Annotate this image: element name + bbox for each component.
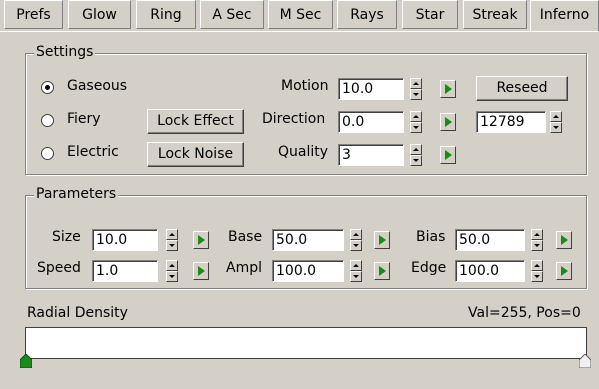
tab-ring[interactable]: Ring (136, 0, 196, 29)
spinner-up-icon[interactable] (410, 78, 422, 89)
spinner-down-icon[interactable] (410, 122, 422, 133)
tab-strip: Prefs Glow Ring A Sec M Sec Rays Star St… (0, 0, 599, 32)
motion-field[interactable]: 10.0 (338, 78, 404, 100)
reseed-button[interactable]: Reseed (476, 76, 568, 101)
electric-label: Electric (67, 144, 119, 160)
spinner-down-icon[interactable] (166, 240, 178, 251)
motion-spinner[interactable] (410, 78, 422, 100)
quality-label: Quality (278, 144, 329, 160)
edge-field[interactable]: 100.0 (455, 260, 525, 282)
direction-spinner[interactable] (410, 111, 422, 133)
spinner-down-icon[interactable] (350, 271, 362, 282)
speed-label: Speed (37, 260, 81, 276)
edge-label: Edge (411, 260, 447, 276)
spinner-up-icon[interactable] (350, 260, 362, 271)
seed-spinner[interactable] (550, 111, 562, 133)
ampl-spinner[interactable] (350, 260, 362, 282)
bias-key-button[interactable] (556, 231, 572, 249)
edge-key-button[interactable] (556, 262, 572, 280)
bias-field[interactable]: 50.0 (455, 229, 525, 251)
gaseous-label: Gaseous (67, 78, 128, 94)
base-field[interactable]: 50.0 (272, 229, 344, 251)
spinner-up-icon[interactable] (550, 111, 562, 122)
bias-label: Bias (416, 229, 446, 245)
seed-field[interactable]: 12789 (476, 111, 546, 133)
tab-glow[interactable]: Glow (68, 0, 131, 29)
spinner-up-icon[interactable] (350, 229, 362, 240)
spinner-up-icon[interactable] (531, 260, 543, 271)
spinner-up-icon[interactable] (531, 229, 543, 240)
bias-spinner[interactable] (531, 229, 543, 251)
settings-group-title: Settings (34, 44, 96, 60)
quality-spinner[interactable] (410, 144, 422, 166)
tab-prefs[interactable]: Prefs (4, 0, 63, 29)
spinner-down-icon[interactable] (410, 155, 422, 166)
tab-inferno[interactable]: Inferno (530, 0, 599, 32)
gaseous-radio[interactable] (41, 81, 54, 94)
spinner-down-icon[interactable] (550, 122, 562, 133)
tab-m-sec[interactable]: M Sec (268, 0, 333, 29)
radial-density-label: Radial Density (27, 305, 128, 321)
tab-streak[interactable]: Streak (463, 0, 527, 29)
direction-key-button[interactable] (440, 113, 456, 131)
quality-field[interactable]: 3 (338, 144, 404, 166)
direction-field[interactable]: 0.0 (338, 111, 404, 133)
start-flag-icon[interactable] (20, 354, 32, 368)
speed-key-button[interactable] (193, 262, 209, 280)
ampl-label: Ampl (226, 260, 262, 276)
direction-label: Direction (262, 111, 326, 127)
tab-star[interactable]: Star (402, 0, 458, 29)
lock-effect-button[interactable]: Lock Effect (147, 109, 244, 134)
spinner-up-icon[interactable] (166, 260, 178, 271)
lock-noise-button[interactable]: Lock Noise (147, 142, 244, 167)
size-label: Size (52, 229, 81, 245)
tab-a-sec[interactable]: A Sec (200, 0, 264, 29)
spinner-down-icon[interactable] (166, 271, 178, 282)
tab-divider (0, 31, 599, 32)
fiery-radio[interactable] (41, 114, 54, 127)
radial-density-gradient[interactable] (25, 327, 587, 359)
parameters-group-title: Parameters (34, 186, 119, 202)
spinner-up-icon[interactable] (410, 144, 422, 155)
motion-label: Motion (281, 78, 329, 94)
spinner-down-icon[interactable] (410, 89, 422, 100)
base-key-button[interactable] (374, 231, 390, 249)
spinner-down-icon[interactable] (531, 240, 543, 251)
base-label: Base (228, 229, 263, 245)
quality-key-button[interactable] (440, 146, 456, 164)
ampl-field[interactable]: 100.0 (272, 260, 344, 282)
radial-density-readout: Val=255, Pos=0 (468, 305, 581, 321)
spinner-down-icon[interactable] (531, 271, 543, 282)
fiery-label: Fiery (67, 111, 101, 127)
edge-spinner[interactable] (531, 260, 543, 282)
size-key-button[interactable] (193, 231, 209, 249)
end-flag-icon[interactable] (579, 354, 591, 368)
spinner-down-icon[interactable] (350, 240, 362, 251)
tab-rays[interactable]: Rays (337, 0, 397, 29)
spinner-up-icon[interactable] (166, 229, 178, 240)
speed-field[interactable]: 1.0 (92, 260, 158, 282)
base-spinner[interactable] (350, 229, 362, 251)
ampl-key-button[interactable] (374, 262, 390, 280)
size-spinner[interactable] (166, 229, 178, 251)
size-field[interactable]: 10.0 (92, 229, 158, 251)
speed-spinner[interactable] (166, 260, 178, 282)
electric-radio[interactable] (41, 147, 54, 160)
spinner-up-icon[interactable] (410, 111, 422, 122)
motion-key-button[interactable] (440, 80, 456, 98)
